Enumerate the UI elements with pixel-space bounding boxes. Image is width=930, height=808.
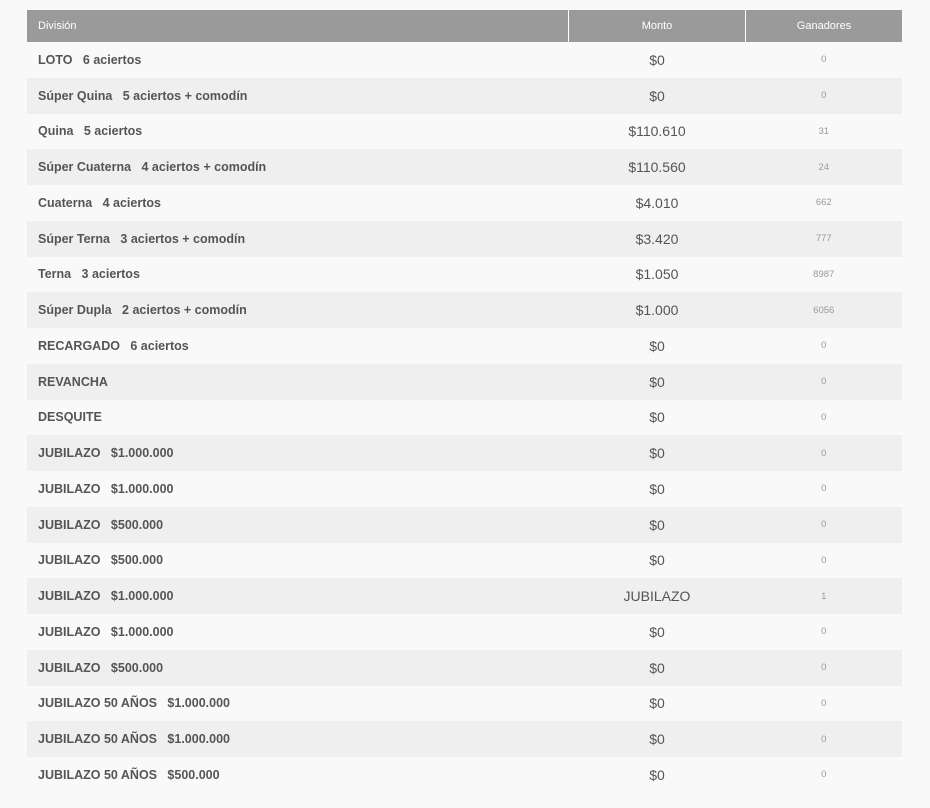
division-cell: LOTO 6 aciertos [27,42,569,78]
ganadores-cell: 0 [745,721,902,757]
ganadores-cell: 0 [745,42,902,78]
division-cell: Cuaterna 4 aciertos [27,185,569,221]
header-division: División [27,10,569,42]
division-cell: RECARGADO 6 aciertos [27,328,569,364]
monto-cell: $0 [568,363,746,400]
ganadores-cell: 0 [745,614,902,650]
division-cell: JUBILAZO $500.000 [27,649,569,686]
table-row: REVANCHA $0 0 [27,363,902,400]
monto-cell: $1.050 [568,256,746,293]
table-row: JUBILAZO 50 AÑOS $1.000.000 $0 0 [27,721,902,757]
monto-cell: $1.000 [568,292,746,328]
monto-cell: JUBILAZO [568,578,746,614]
table-row: JUBILAZO $1.000.000 JUBILAZO 1 [27,578,902,614]
ganadores-cell: 0 [745,506,902,543]
table-row: JUBILAZO $1.000.000 $0 0 [27,435,902,471]
table-row: JUBILAZO $500.000 $0 0 [27,542,902,579]
monto-cell: $110.610 [568,113,746,150]
ganadores-cell: 0 [745,435,902,471]
ganadores-cell: 0 [745,685,902,722]
monto-cell: $0 [568,506,746,543]
monto-cell: $0 [568,471,746,507]
table-row: RECARGADO 6 aciertos $0 0 [27,328,902,364]
division-cell: JUBILAZO $1.000.000 [27,578,569,614]
table-row: Súper Terna 3 aciertos + comodín $3.420 77… [27,220,902,257]
table-body: LOTO 6 aciertos $0 0 Súper Quina 5 acierto… [27,42,902,793]
monto-cell: $0 [568,757,746,793]
table-row: JUBILAZO $1.000.000 $0 0 [27,614,902,650]
division-cell: Súper Terna 3 aciertos + comodín [27,220,569,257]
monto-cell: $0 [568,77,746,114]
table-row: Súper Cuaterna 4 aciertos + comodín $110.… [27,149,902,185]
table-row: Cuaterna 4 aciertos $4.010 662 [27,185,902,221]
division-cell: JUBILAZO $1.000.000 [27,614,569,650]
table-row: Súper Dupla 2 aciertos + comodín $1.000 60… [27,292,902,328]
ganadores-cell: 1 [745,578,902,614]
division-cell: JUBILAZO 50 AÑOS $1.000.000 [27,721,569,757]
monto-cell: $0 [568,328,746,364]
header-ganadores: Ganadores [745,10,902,42]
table-row: LOTO 6 aciertos $0 0 [27,42,902,78]
monto-cell: $4.010 [568,185,746,221]
monto-cell: $0 [568,399,746,436]
ganadores-cell: 0 [745,649,902,686]
division-cell: Súper Quina 5 aciertos + comodín [27,77,569,114]
monto-cell: $110.560 [568,149,746,185]
monto-cell: $0 [568,721,746,757]
division-cell: Quina 5 aciertos [27,113,569,150]
table-row: Súper Quina 5 aciertos + comodín $0 0 [27,77,902,114]
monto-cell: $0 [568,649,746,686]
ganadores-cell: 0 [745,363,902,400]
ganadores-cell: 31 [745,113,902,150]
division-cell: DESQUITE [27,399,569,436]
table-row: JUBILAZO $500.000 $0 0 [27,506,902,543]
ganadores-cell: 6056 [745,292,902,328]
division-cell: REVANCHA [27,363,569,400]
division-cell: Súper Cuaterna 4 aciertos + comodín [27,149,569,185]
table-row: Terna 3 aciertos $1.050 8987 [27,256,902,293]
table-header: División Monto Ganadores [27,10,902,42]
table-row: JUBILAZO 50 AÑOS $1.000.000 $0 0 [27,685,902,722]
table-row: DESQUITE $0 0 [27,399,902,436]
results-table: División Monto Ganadores LOTO 6 aciertos… [27,10,902,793]
division-cell: Súper Dupla 2 aciertos + comodín [27,292,569,328]
ganadores-cell: 0 [745,542,902,579]
monto-cell: $0 [568,614,746,650]
monto-cell: $0 [568,42,746,78]
header-row: División Monto Ganadores [27,10,902,42]
division-cell: JUBILAZO 50 AÑOS $1.000.000 [27,685,569,722]
ganadores-cell: 777 [745,220,902,257]
division-cell: JUBILAZO $500.000 [27,506,569,543]
ganadores-cell: 0 [745,399,902,436]
division-cell: JUBILAZO $1.000.000 [27,471,569,507]
ganadores-cell: 0 [745,471,902,507]
division-cell: JUBILAZO $1.000.000 [27,435,569,471]
monto-cell: $3.420 [568,220,746,257]
table-row: Quina 5 aciertos $110.610 31 [27,113,902,150]
ganadores-cell: 24 [745,149,902,185]
division-cell: Terna 3 aciertos [27,256,569,293]
monto-cell: $0 [568,435,746,471]
ganadores-cell: 8987 [745,256,902,293]
ganadores-cell: 0 [745,757,902,793]
ganadores-cell: 0 [745,77,902,114]
table-row: JUBILAZO $1.000.000 $0 0 [27,471,902,507]
table-row: JUBILAZO $500.000 $0 0 [27,649,902,686]
ganadores-cell: 0 [745,328,902,364]
header-monto: Monto [568,10,746,42]
division-cell: JUBILAZO 50 AÑOS $500.000 [27,757,569,793]
division-cell: JUBILAZO $500.000 [27,542,569,579]
results-table-container: División Monto Ganadores LOTO 6 aciertos… [27,10,902,793]
table-row: JUBILAZO 50 AÑOS $500.000 $0 0 [27,757,902,793]
ganadores-cell: 662 [745,185,902,221]
monto-cell: $0 [568,542,746,579]
monto-cell: $0 [568,685,746,722]
